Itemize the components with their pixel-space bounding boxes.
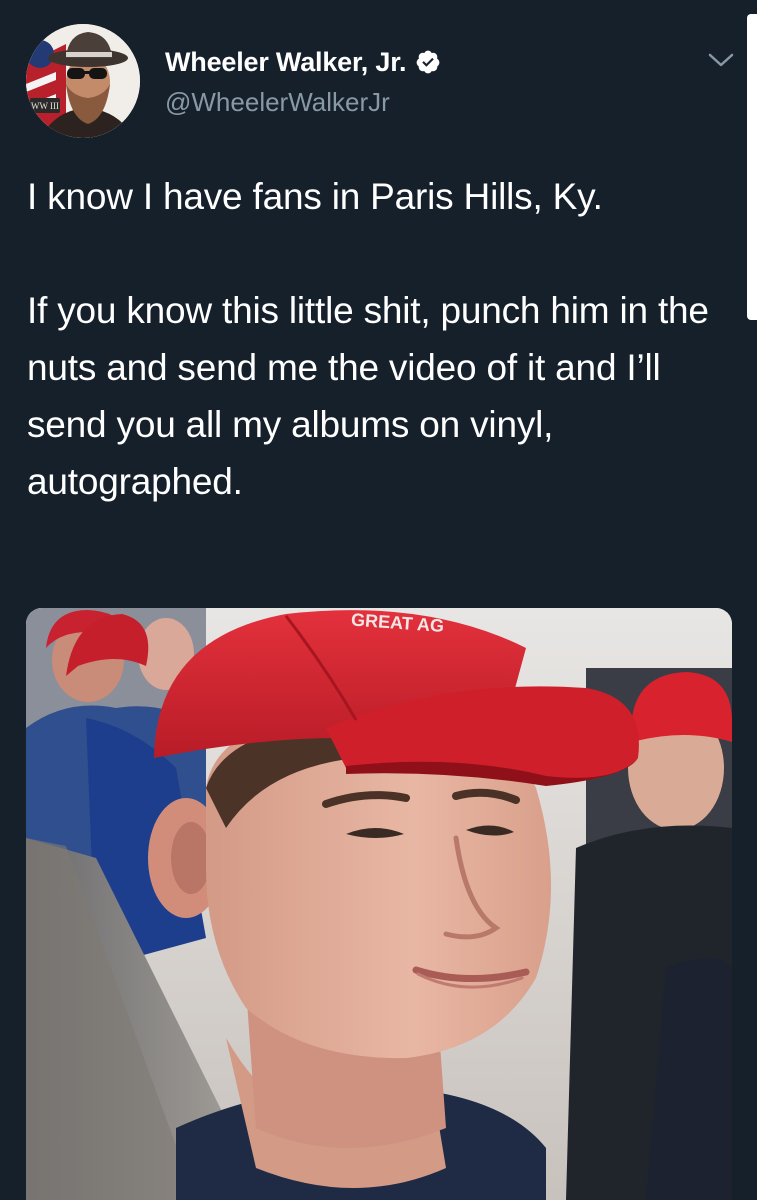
avatar-image: WW III	[26, 24, 140, 138]
tweet-media-photo[interactable]: GREAT AG	[26, 608, 732, 1200]
avatar[interactable]: WW III	[26, 24, 140, 138]
display-name[interactable]: Wheeler Walker, Jr.	[165, 47, 407, 78]
verified-badge-icon	[415, 49, 441, 75]
tweet-text: I know I have fans in Paris Hills, Ky. I…	[27, 168, 727, 510]
tweet: WW III Wheeler Walker, Jr. @WheelerWalke…	[0, 0, 757, 1200]
author-name-row[interactable]: Wheeler Walker, Jr.	[165, 42, 441, 82]
scrollbar[interactable]	[747, 14, 757, 320]
user-handle[interactable]: @WheelerWalkerJr	[165, 87, 390, 118]
tweet-text-paragraph: I know I have fans in Paris Hills, Ky.	[27, 176, 603, 217]
avatar-badge-text: WW III	[31, 101, 59, 111]
media-image: GREAT AG	[26, 608, 732, 1200]
tweet-text-paragraph: If you know this little shit, punch him …	[27, 290, 709, 502]
chevron-down-icon[interactable]	[704, 46, 738, 74]
